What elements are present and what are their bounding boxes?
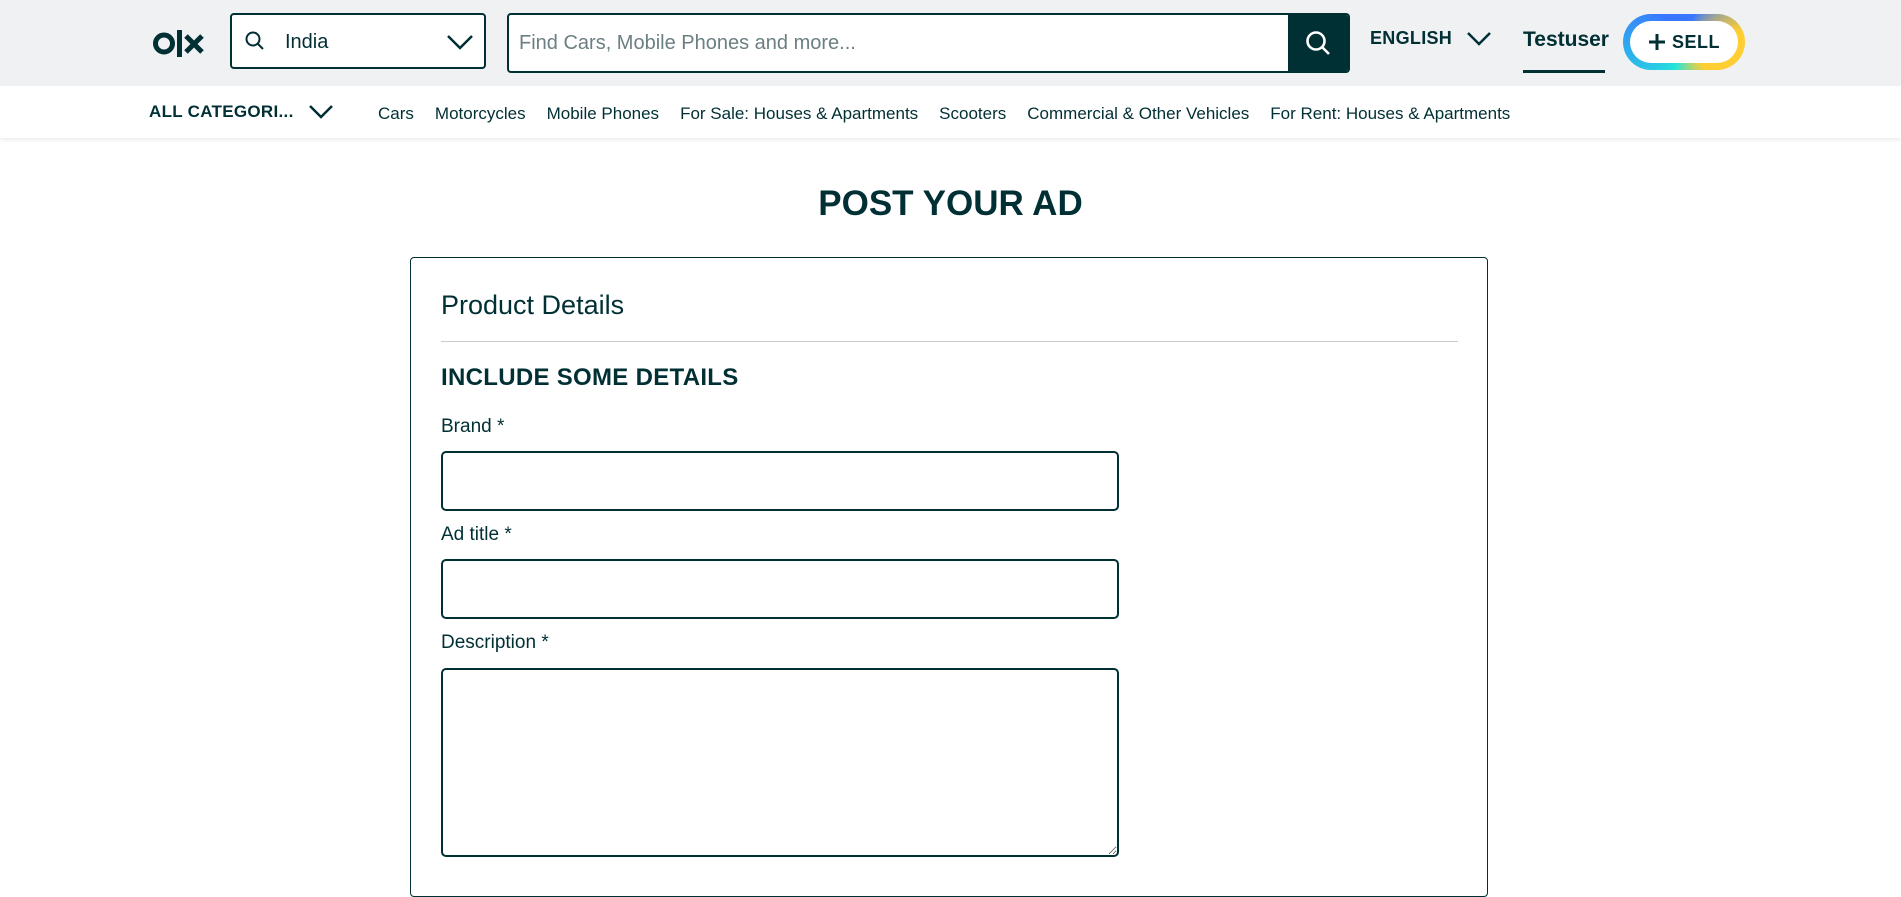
category-link-scooters[interactable]: Scooters — [939, 104, 1006, 124]
search-icon — [245, 31, 264, 50]
page-title: POST YOUR AD — [818, 184, 1083, 223]
section-title: INCLUDE SOME DETAILS — [441, 364, 739, 391]
category-links: Cars Motorcycles Mobile Phones For Sale:… — [378, 104, 1531, 124]
top-header: India ENGLISH Testuser SELL — [0, 0, 1901, 86]
location-value: India — [285, 31, 329, 53]
sell-label: SELL — [1671, 31, 1720, 52]
search-bar — [507, 13, 1350, 73]
search-input[interactable] — [509, 15, 1289, 71]
sell-button[interactable]: SELL — [1623, 14, 1745, 70]
brand-label: Brand * — [441, 416, 505, 437]
chevron-down-icon[interactable] — [446, 32, 474, 52]
card-title: Product Details — [441, 290, 625, 320]
category-link-cars[interactable]: Cars — [378, 104, 414, 124]
category-link-mobile-phones[interactable]: Mobile Phones — [547, 104, 659, 124]
language-label: ENGLISH — [1370, 28, 1453, 48]
olx-logo[interactable] — [153, 28, 209, 59]
ad-title-input[interactable] — [441, 559, 1119, 619]
username-link[interactable]: Testuser — [1523, 28, 1609, 52]
all-categories-dropdown[interactable]: ALL CATEGORI... — [149, 102, 334, 122]
category-link-motorcycles[interactable]: Motorcycles — [435, 104, 526, 124]
description-textarea[interactable] — [441, 668, 1119, 857]
chevron-down-icon — [308, 105, 333, 119]
chevron-down-icon — [1467, 31, 1491, 46]
username-underline — [1523, 70, 1605, 73]
language-selector[interactable]: ENGLISH — [1370, 28, 1492, 49]
category-bar: ALL CATEGORI... Cars Motorcycles Mobile … — [0, 86, 1901, 138]
all-categories-label: ALL CATEGORI... — [149, 102, 294, 121]
search-icon — [1306, 31, 1330, 55]
ad-title-label: Ad title * — [441, 524, 512, 545]
category-link-commercial-vehicles[interactable]: Commercial & Other Vehicles — [1027, 104, 1249, 124]
product-details-card: Product Details INCLUDE SOME DETAILS Bra… — [410, 257, 1488, 897]
brand-input[interactable] — [441, 451, 1119, 511]
description-label: Description * — [441, 632, 549, 653]
location-selector[interactable]: India — [230, 13, 486, 69]
plus-icon — [1648, 34, 1665, 50]
sell-button-inner: SELL — [1630, 21, 1738, 63]
divider — [441, 341, 1458, 342]
category-link-houses-rent[interactable]: For Rent: Houses & Apartments — [1270, 104, 1510, 124]
category-link-houses-sale[interactable]: For Sale: Houses & Apartments — [680, 104, 918, 124]
search-button[interactable] — [1288, 15, 1348, 71]
